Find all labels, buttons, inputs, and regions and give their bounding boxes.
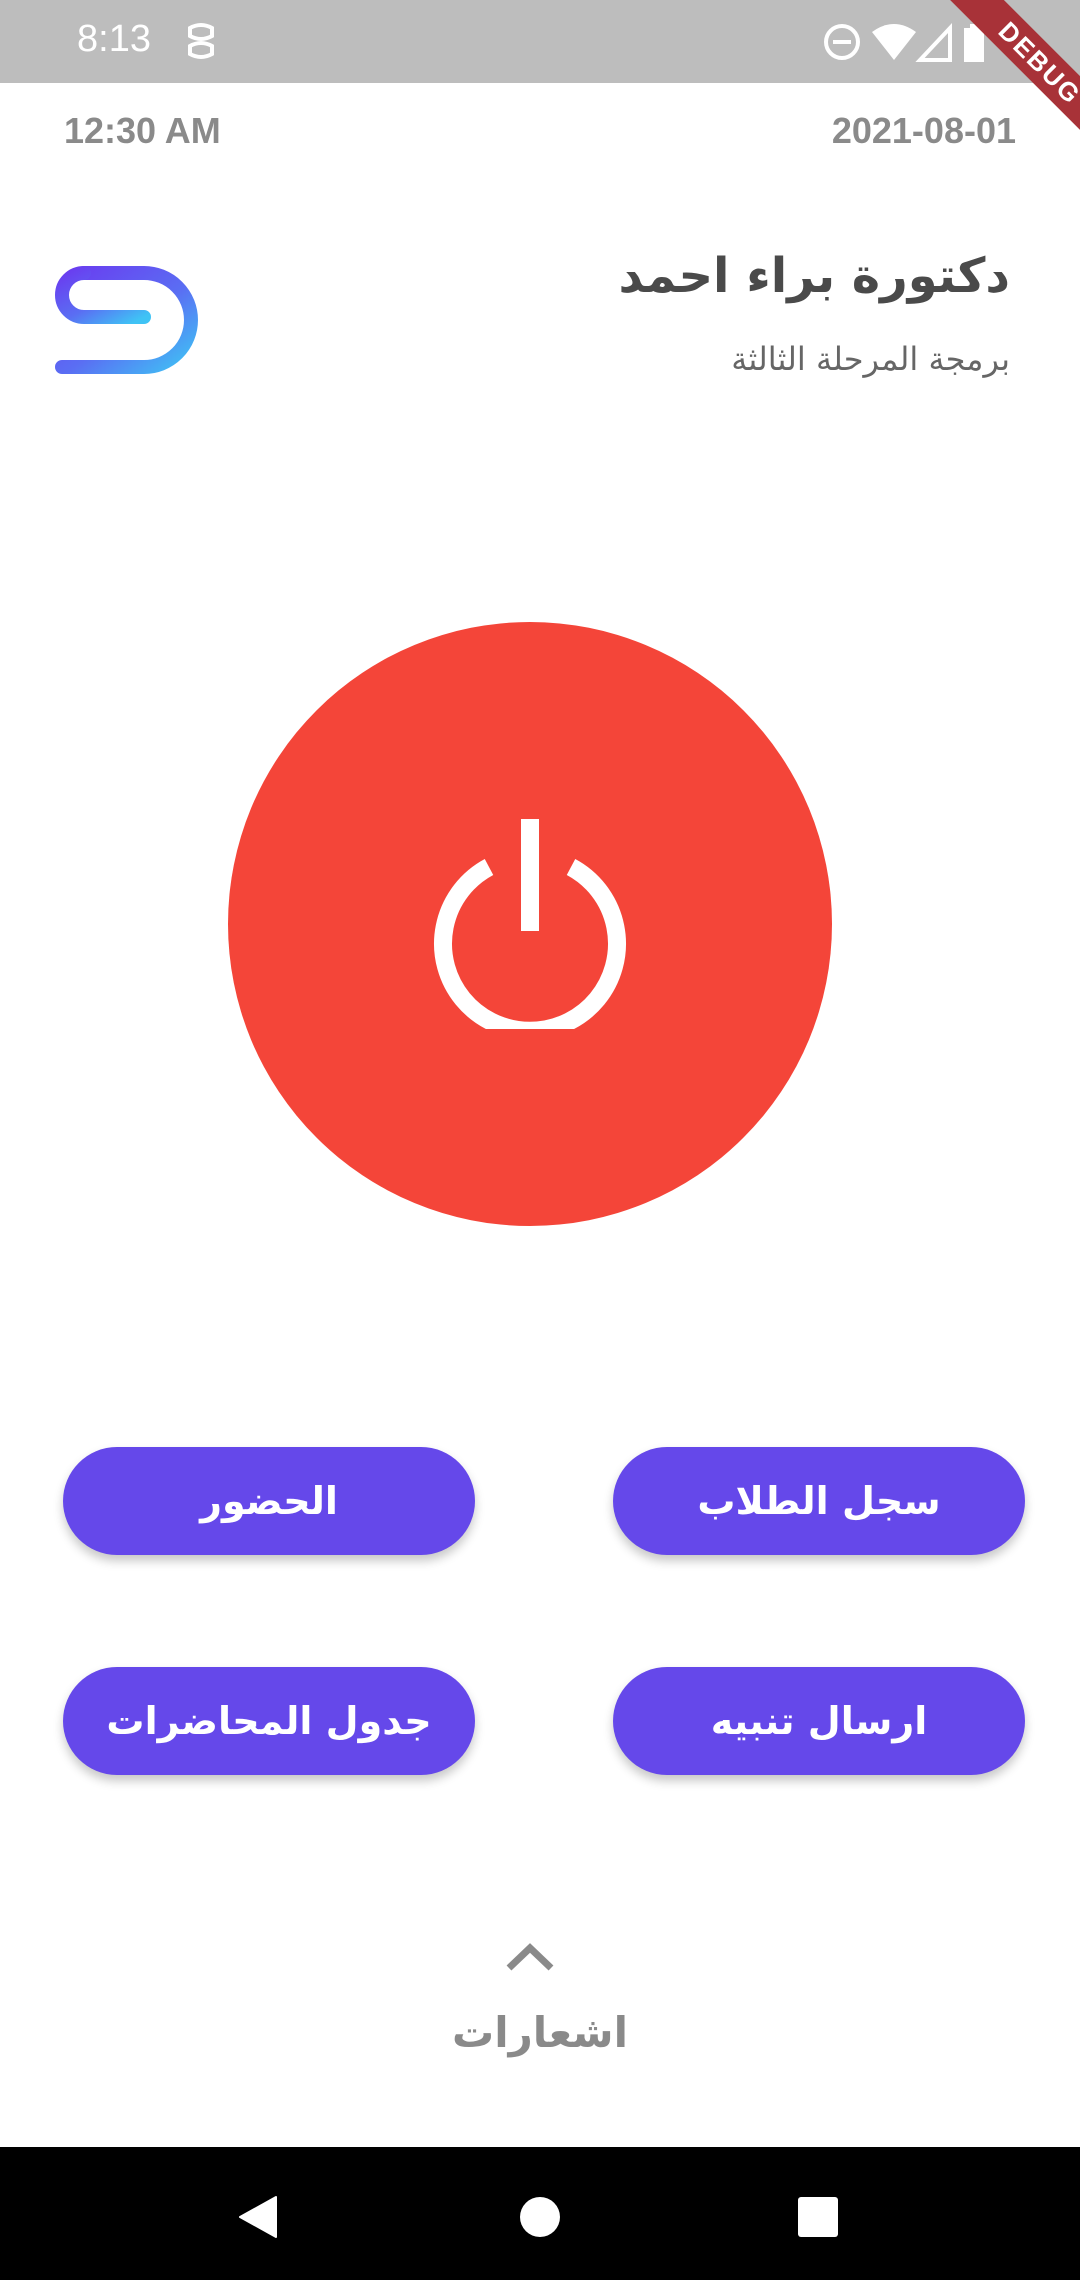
attendance-button[interactable]: الحضور [63, 1447, 475, 1555]
notification-icon [188, 23, 214, 59]
debug-banner: DEBUG [900, 0, 1080, 180]
course-stage: برمجة المرحلة الثالثة [731, 340, 1010, 378]
navigation-bar [0, 2147, 1080, 2280]
power-button[interactable] [228, 622, 832, 1226]
lecture-schedule-button[interactable]: جدول المحاضرات [63, 1667, 475, 1775]
current-date: 2021-08-01 [831, 110, 1016, 151]
doctor-name: دكتورة براء احمد [618, 248, 1010, 304]
power-icon [434, 819, 626, 1029]
recents-icon[interactable] [797, 2196, 839, 2238]
status-time: 8:13 [77, 18, 151, 60]
dnd-icon [824, 24, 860, 60]
current-time: 12:30 AM [64, 110, 221, 151]
back-icon[interactable] [236, 2195, 280, 2239]
chevron-up-icon[interactable] [505, 1940, 555, 1974]
app-logo [55, 266, 198, 374]
home-icon[interactable] [518, 2195, 562, 2239]
send-alert-button[interactable]: ارسال تنبيه [613, 1667, 1025, 1775]
student-records-button[interactable]: سجل الطلاب [613, 1447, 1025, 1555]
notifications-label[interactable]: اشعارات [340, 2008, 740, 2057]
